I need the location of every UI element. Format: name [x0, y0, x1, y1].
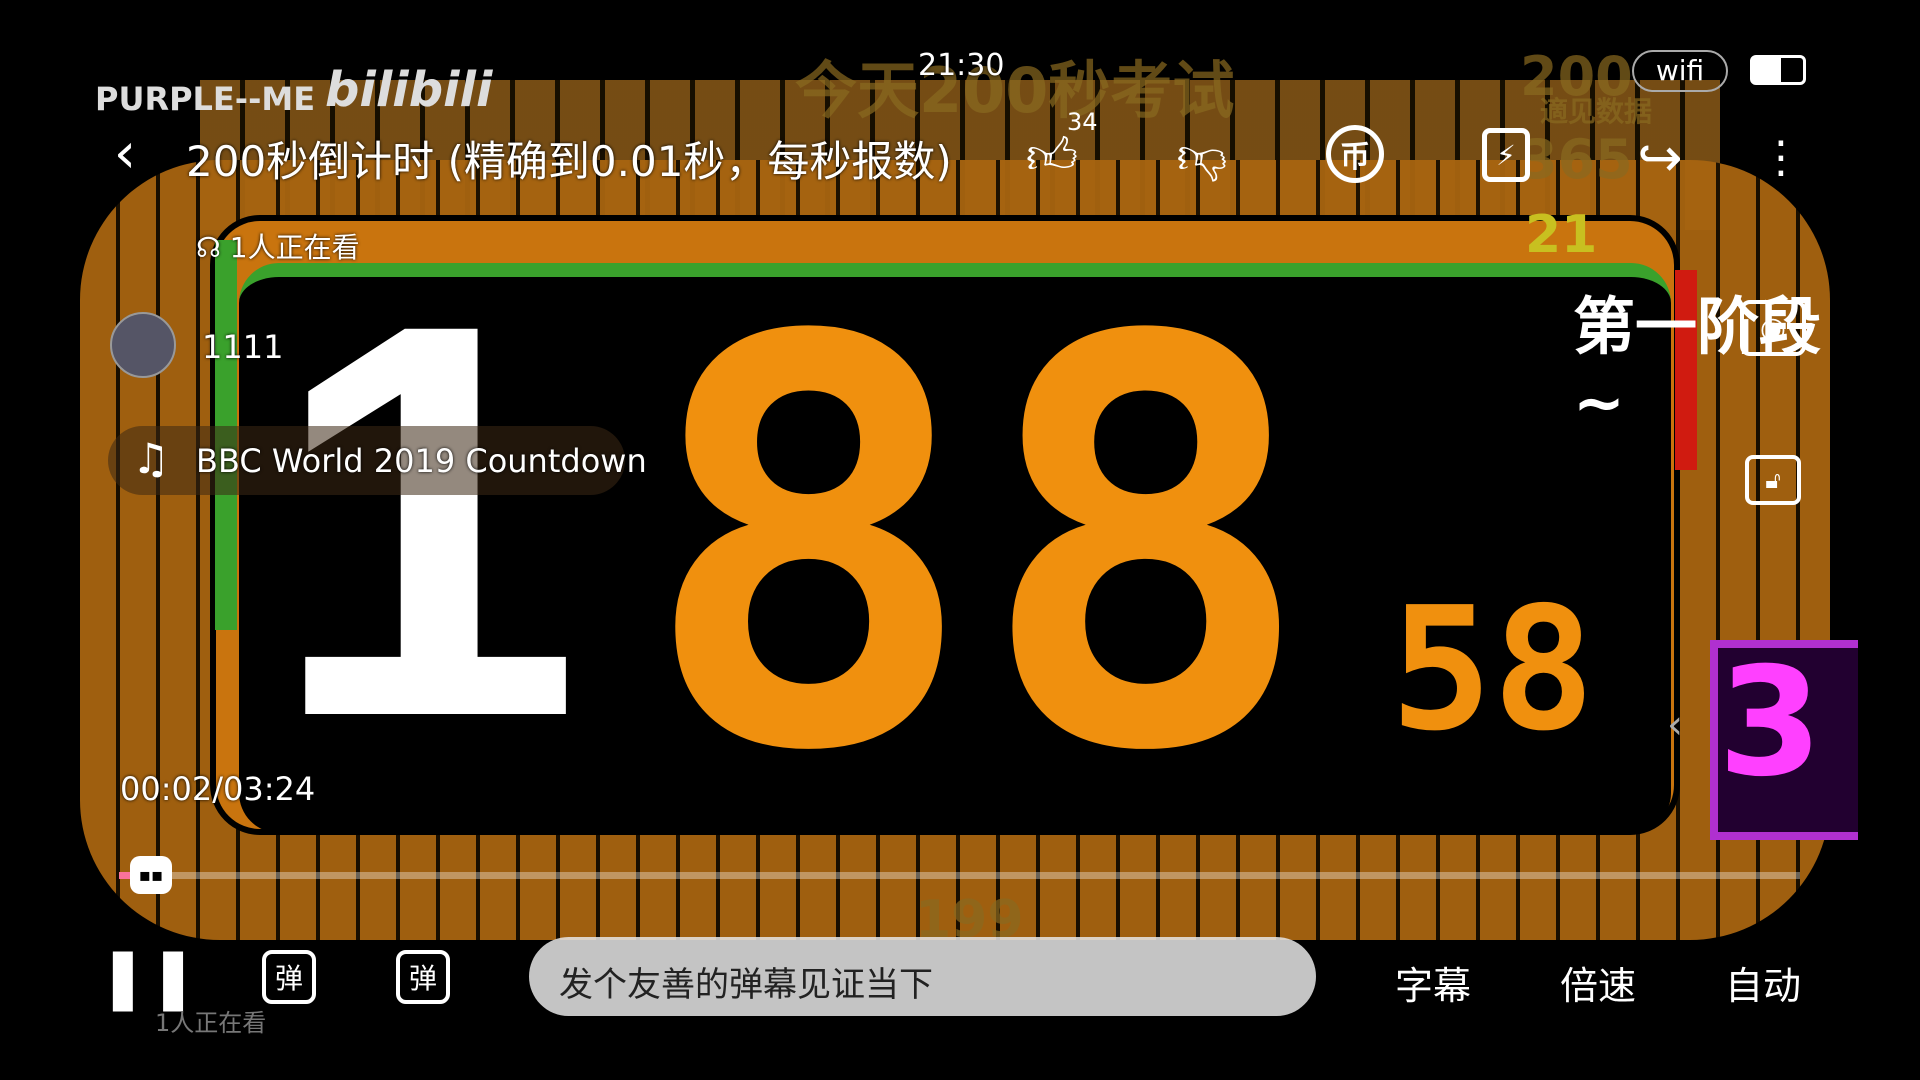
coin-icon[interactable]: 币	[1326, 125, 1384, 183]
music-icon: ♫	[132, 434, 170, 483]
battery-icon	[1750, 55, 1806, 85]
video-title: 200秒倒计时 (精确到0.01秒，每秒报数)	[186, 137, 952, 186]
screenshot-icon[interactable]: ◉	[1740, 300, 1806, 356]
music-title: BBC World 2019 Countdown	[196, 442, 647, 480]
danmaku-input[interactable]: 发个友善的弹幕见证当下	[529, 937, 1316, 1016]
danmaku-settings-icon[interactable]: 弹	[396, 950, 450, 1004]
pause-icon[interactable]: ❚❚	[98, 942, 199, 1012]
more-icon[interactable]: ⋮	[1759, 125, 1803, 189]
dislike-icon[interactable]: 👎︎	[1170, 125, 1234, 189]
user-name: 1111	[202, 328, 284, 366]
viewers-count: ☊ 1人正在看	[196, 226, 360, 266]
music-pill[interactable]: ♫ BBC World 2019 Countdown	[108, 426, 647, 495]
progress-thumb-tv-icon[interactable]: ▪▪	[130, 856, 172, 894]
share-icon[interactable]: ↪	[1628, 125, 1692, 189]
lock-icon[interactable]: 🔓︎	[1745, 455, 1801, 505]
video-frame[interactable]: 88 58 1 第一阶段~ 21 3 今天200秒考试 200 適见数据 365…	[80, 40, 1858, 1040]
bilibili-logo: bilibili	[325, 62, 493, 118]
status-time: 21:30	[918, 48, 1005, 83]
pink-counter: 3	[1710, 640, 1858, 840]
avatar[interactable]	[110, 312, 176, 378]
counter-fraction: 58	[1390, 571, 1595, 769]
top-right-sub: 365	[1520, 128, 1633, 191]
counter-digits: 88	[640, 222, 1315, 874]
like-count: 34	[1067, 108, 1098, 136]
counter-lead: 1	[270, 207, 582, 833]
charge-icon[interactable]: ⚡	[1482, 128, 1530, 182]
playback-time: 00:02/03:24	[120, 770, 316, 808]
viewers-bottom: 1人正在看	[155, 1009, 267, 1037]
top-right-caption: 適见数据	[1540, 95, 1653, 128]
watermark-channel: PURPLE--ME	[95, 80, 316, 118]
quality-button[interactable]: 自动	[1725, 955, 1801, 1010]
progress-bar[interactable]	[119, 872, 1800, 879]
side-number: 21	[1525, 205, 1598, 265]
collapse-icon[interactable]: ‹	[1660, 700, 1690, 750]
speed-button[interactable]: 倍速	[1560, 955, 1636, 1010]
wifi-badge: wifi	[1632, 50, 1728, 92]
subtitle-button[interactable]: 字幕	[1395, 955, 1471, 1010]
danmaku-placeholder: 发个友善的弹幕见证当下	[559, 965, 933, 1005]
viewers-icon: ☊	[196, 231, 230, 264]
danmaku-toggle-icon[interactable]: 弹	[262, 950, 316, 1004]
overlay-title: 今天200秒考试	[795, 54, 1235, 127]
viewers-text: 1人正在看	[229, 231, 360, 264]
back-icon[interactable]: ‹	[100, 121, 150, 186]
stage-label: 第一阶段~	[1573, 290, 1822, 439]
